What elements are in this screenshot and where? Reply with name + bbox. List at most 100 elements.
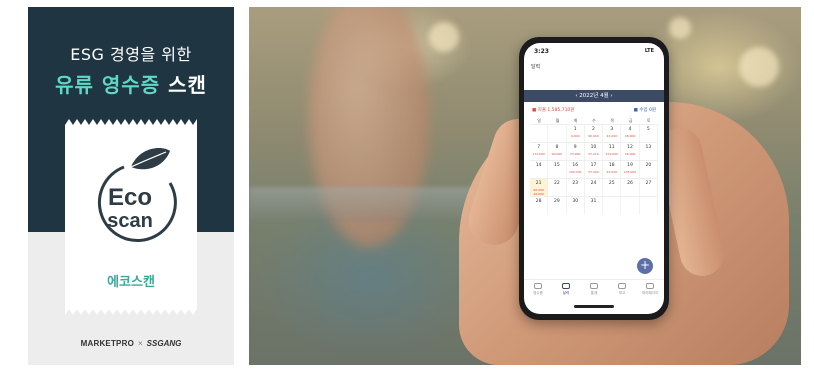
calendar-day-cell[interactable]: 14 — [530, 161, 549, 178]
calendar-week-row: 28 29 30 31 — [530, 196, 658, 214]
day-expense-amount: 44,000 — [533, 192, 544, 196]
weekday-label: 목 — [610, 118, 615, 123]
calendar-day-cell[interactable]: 7 172,000 — [530, 143, 549, 160]
month-summary: ■ 지출 1,585,710원 ■ 수입 0원 — [532, 107, 656, 115]
calendar-week-row: 14 15 16 190,700 17 57,000 18 22,000 19 135,000 20 — [530, 160, 658, 178]
bokeh-light — [669, 17, 691, 39]
weekday-label: 토 — [646, 118, 651, 123]
bokeh-light — [429, 22, 459, 52]
calendar-week-row: 1 9,000 2 90,000 3 43,000 4 48,000 5 — [530, 124, 658, 142]
calendar-day-cell[interactable]: 1 9,000 — [567, 125, 585, 142]
app-title: 달력 — [531, 64, 541, 70]
calendar-day-cell[interactable]: 5 — [640, 125, 658, 142]
calendar-day-cell[interactable]: 28 — [530, 197, 549, 214]
day-expense-amount: 90,000 — [588, 134, 599, 138]
calendar-day-cell[interactable]: 15 — [548, 161, 567, 178]
calendar-day-cell[interactable]: 21 60,000 44,000 — [530, 179, 549, 196]
calendar-day-cell[interactable] — [621, 197, 640, 214]
calendar-day-cell[interactable]: 23 — [567, 179, 585, 196]
day-number: 7 — [537, 145, 541, 150]
tab-item[interactable]: 달력 — [552, 280, 580, 301]
tab-item[interactable]: 통계 — [580, 280, 608, 301]
tab-icon — [618, 283, 626, 289]
day-expense-amount: 43,000 — [606, 134, 618, 138]
calendar-day-cell[interactable]: 11 171,000 — [603, 143, 622, 160]
promo-headline-scan: 스캔 — [168, 73, 207, 97]
calendar-day-cell[interactable]: 2 90,000 — [585, 125, 604, 142]
calendar-day-cell[interactable]: 26 — [621, 179, 640, 196]
day-number: 8 — [555, 145, 559, 150]
hand-holding-phone-photo: 3:23 LTE 달력 ‹ 2022년 4월 › ■ 지출 1,585,710원… — [249, 7, 801, 365]
day-number: 21 — [535, 181, 542, 186]
calendar-day-cell[interactable]: 9 73,000 — [567, 143, 585, 160]
expense-summary: ■ 지출 1,585,710원 — [532, 108, 575, 113]
tab-item[interactable]: 마이페이지 — [636, 280, 664, 301]
calendar-day-cell[interactable]: 16 190,700 — [567, 161, 585, 178]
partner-marketpro-logo: MARKETPRO — [80, 339, 134, 348]
calendar-day-cell[interactable]: 22 — [548, 179, 567, 196]
day-number: 25 — [608, 181, 615, 186]
calendar-day-cell[interactable] — [530, 125, 549, 142]
day-number: 1 — [573, 127, 577, 132]
calendar-day-cell[interactable]: 31 — [585, 197, 604, 214]
tab-label: 영수증 — [533, 291, 543, 295]
tab-label: 보고 — [618, 291, 626, 295]
day-number: 3 — [610, 127, 614, 132]
calendar-day-cell[interactable]: 30 — [567, 197, 585, 214]
day-number: 22 — [554, 181, 560, 186]
calendar-day-cell[interactable]: 20 — [640, 161, 658, 178]
calendar-day-cell[interactable]: 3 43,000 — [603, 125, 622, 142]
day-number: 15 — [554, 163, 560, 168]
calendar-day-cell[interactable] — [548, 125, 567, 142]
tab-item[interactable]: 영수증 — [524, 280, 552, 301]
day-expense-amount: 57,000 — [588, 170, 599, 174]
day-expense-amount: 73,000 — [569, 152, 581, 156]
tab-icon — [646, 283, 654, 289]
calendar-day-cell[interactable]: 12 36,000 — [621, 143, 640, 160]
day-number: 19 — [627, 163, 633, 168]
calendar-day-cell[interactable]: 10 57,210 — [585, 143, 604, 160]
day-number: 9 — [573, 145, 577, 150]
promo-card: ESG 경영을 위한 유류 영수증 스캔 Eco scan 에코스캔 MARKE… — [28, 7, 234, 365]
day-number: 24 — [590, 181, 597, 186]
weekday-label: 수 — [592, 118, 596, 123]
calendar-day-cell[interactable]: 8 90,000 — [548, 143, 567, 160]
day-number: 28 — [535, 199, 542, 204]
day-number: 26 — [627, 181, 633, 186]
tab-icon — [590, 283, 598, 289]
calendar-day-cell[interactable] — [603, 197, 622, 214]
calendar-day-cell[interactable] — [640, 197, 658, 214]
day-expense-amount: 9,000 — [570, 134, 580, 138]
tab-icon — [534, 283, 542, 289]
tab-icon — [562, 283, 570, 289]
promo-headline-accent: 유류 영수증 — [55, 73, 161, 97]
weekday-label: 화 — [573, 118, 578, 123]
day-number: 27 — [645, 181, 652, 186]
calendar-day-cell[interactable]: 24 — [585, 179, 604, 196]
calendar-day-cell[interactable]: 29 — [548, 197, 567, 214]
calendar-day-cell[interactable]: 27 — [640, 179, 658, 196]
income-summary: ■ 수입 0원 — [633, 108, 656, 113]
brand-name: 에코스캔 — [107, 275, 155, 290]
logo-text-eco: Eco — [108, 184, 152, 211]
day-number: 11 — [608, 145, 615, 150]
day-expense-amount: 190,700 — [569, 170, 582, 174]
smartphone: 3:23 LTE 달력 ‹ 2022년 4월 › ■ 지출 1,585,710원… — [519, 37, 669, 320]
calendar-day-cell[interactable]: 17 57,000 — [585, 161, 604, 178]
calendar-grid: 일월화수목금토 1 9,000 2 90,000 3 43,000 4 48,000 5 7 172… — [530, 118, 658, 214]
calendar-day-cell[interactable]: 19 135,000 — [621, 161, 640, 178]
calendar-day-cell[interactable]: 4 48,000 — [621, 125, 640, 142]
day-number: 14 — [535, 163, 542, 168]
tab-label: 달력 — [562, 291, 570, 295]
day-number: 29 — [554, 199, 560, 204]
tab-item[interactable]: 보고 — [608, 280, 636, 301]
month-navigator[interactable]: ‹ 2022년 4월 › — [524, 90, 664, 102]
add-receipt-button[interactable]: + — [637, 258, 653, 274]
home-indicator — [574, 305, 614, 308]
partner-logos: MARKETPRO × SSGANG — [28, 339, 234, 348]
calendar-day-cell[interactable]: 18 22,000 — [603, 161, 622, 178]
day-number: 2 — [592, 127, 595, 132]
calendar-day-cell[interactable]: 25 — [603, 179, 622, 196]
calendar-day-cell[interactable]: 13 — [640, 143, 658, 160]
weekday-label: 금 — [628, 118, 633, 123]
